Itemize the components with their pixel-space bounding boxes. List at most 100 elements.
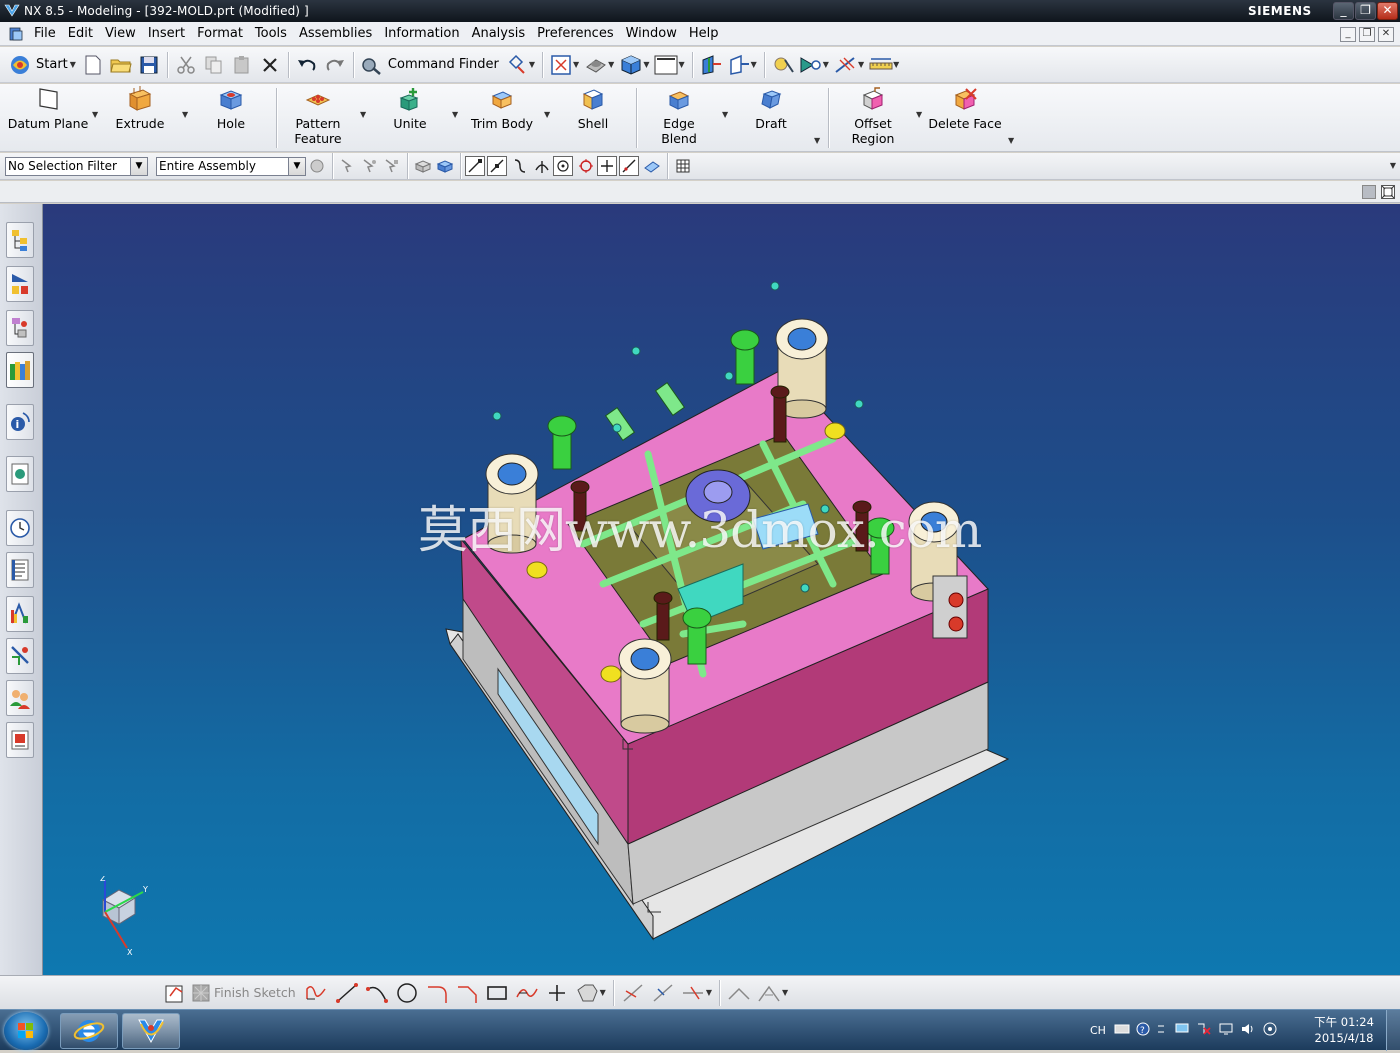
select-cube-icon[interactable] (434, 155, 456, 177)
unite-button[interactable]: Unite (380, 86, 440, 148)
draft-group-dropdown-icon[interactable]: ▼ (814, 136, 820, 145)
doc-close-button[interactable]: ✕ (1378, 27, 1394, 42)
select-solid-icon[interactable] (412, 155, 434, 177)
assembly-navigator-tab[interactable] (6, 222, 34, 258)
offset-curve-icon[interactable] (572, 979, 602, 1007)
command-finder-button[interactable]: Command Finder (388, 57, 499, 72)
close-button[interactable]: ✕ (1377, 2, 1398, 20)
snap-control-point-icon[interactable] (509, 155, 531, 177)
save-icon[interactable] (135, 51, 163, 79)
delete-face-button[interactable]: Delete Face (926, 86, 1004, 148)
start-dropdown-icon[interactable]: ▼ (70, 60, 76, 69)
menu-insert[interactable]: Insert (142, 22, 191, 46)
menu-tools[interactable]: Tools (249, 22, 293, 46)
snap-point-on-curve-icon[interactable] (619, 156, 639, 176)
trim-body-dropdown-icon[interactable]: ▼ (544, 110, 550, 119)
dimension-icon[interactable] (724, 979, 754, 1007)
manufacturing-wizards-tab[interactable] (6, 638, 34, 674)
snap-point-icon[interactable] (769, 51, 797, 79)
extrude-dropdown-icon[interactable]: ▼ (182, 110, 188, 119)
wireless-icon[interactable] (1262, 1022, 1278, 1039)
edit-dropdown-icon[interactable]: ▼ (706, 988, 712, 997)
edge-blend-button[interactable]: Edge Blend (644, 86, 714, 148)
chamfer-icon[interactable] (452, 979, 482, 1007)
orient-view-icon[interactable] (725, 51, 753, 79)
constraint-icon[interactable] (754, 979, 784, 1007)
menu-assemblies[interactable]: Assemblies (293, 22, 378, 46)
pattern-feature-button[interactable]: Pattern Feature (284, 86, 352, 148)
ribbon-overflow-icon[interactable]: ▼ (1008, 136, 1014, 145)
view-maximize-icon[interactable] (1381, 185, 1395, 199)
nx-app-icon[interactable] (4, 3, 20, 19)
snap-quadrant-icon[interactable] (575, 155, 597, 177)
selbar-overflow-icon[interactable]: ▼ (1390, 161, 1396, 170)
show-hide-icon[interactable] (797, 51, 825, 79)
mold-assembly-model[interactable] (43, 204, 1400, 975)
web-browser-tab[interactable] (6, 456, 34, 492)
windows-start-button[interactable] (4, 1012, 48, 1050)
snap-midpoint-icon[interactable] (487, 156, 507, 176)
quick-trim-icon[interactable] (618, 979, 648, 1007)
arc-icon[interactable] (362, 979, 392, 1007)
menu-preferences[interactable]: Preferences (531, 22, 619, 46)
wcs-icon[interactable] (697, 51, 725, 79)
show-desktop-button[interactable] (1386, 1010, 1400, 1051)
curve-dropdown-icon[interactable]: ▼ (600, 988, 606, 997)
selection-scope-combo[interactable]: Entire Assembly ▼ (156, 156, 306, 176)
view-tile-icon[interactable] (1362, 185, 1376, 199)
select-body-icon[interactable] (359, 155, 381, 177)
menu-help[interactable]: Help (683, 22, 725, 46)
help-icon[interactable]: ? (1136, 1022, 1150, 1039)
offset-region-dropdown-icon[interactable]: ▼ (916, 110, 922, 119)
document-icon[interactable] (8, 26, 24, 42)
delete-icon[interactable] (256, 51, 284, 79)
measure-icon[interactable] (832, 51, 860, 79)
trim-body-button[interactable]: Trim Body (466, 86, 538, 148)
open-folder-icon[interactable] (107, 51, 135, 79)
command-finder-icon[interactable] (358, 51, 386, 79)
snap-intersection-icon[interactable] (531, 155, 553, 177)
studio-spline-icon[interactable] (512, 979, 542, 1007)
draft-button[interactable]: Draft (742, 86, 800, 148)
history-tab[interactable] (6, 510, 34, 546)
taskbar-internet-explorer[interactable] (60, 1013, 118, 1049)
offset-region-button[interactable]: Offset Region (840, 86, 906, 148)
shaded-view-icon[interactable] (582, 51, 610, 79)
select-component-icon[interactable] (381, 155, 403, 177)
start-button[interactable]: Start (36, 57, 68, 72)
graphics-window[interactable]: Z Y X (43, 204, 1400, 975)
point-icon[interactable] (542, 979, 572, 1007)
system-clock[interactable]: 下午 01:24 2015/4/18 (1312, 1014, 1376, 1046)
finish-sketch-button[interactable]: Finish Sketch (214, 985, 296, 1000)
profile-icon[interactable] (302, 979, 332, 1007)
constraint-dropdown-icon[interactable]: ▼ (782, 988, 788, 997)
redo-icon[interactable] (321, 51, 349, 79)
background-icon[interactable] (652, 51, 680, 79)
doc-minimize-button[interactable]: _ (1340, 27, 1356, 42)
fit-view-icon[interactable] (547, 51, 575, 79)
input-language[interactable]: CH (1090, 1024, 1106, 1037)
new-file-icon[interactable] (79, 51, 107, 79)
system-scenes-tab[interactable] (6, 722, 34, 758)
menu-analysis[interactable]: Analysis (466, 22, 532, 46)
menu-edit[interactable]: Edit (62, 22, 99, 46)
line-icon[interactable] (332, 979, 362, 1007)
unite-dropdown-icon[interactable]: ▼ (452, 110, 458, 119)
undo-icon[interactable] (293, 51, 321, 79)
hole-button[interactable]: Hole (200, 86, 262, 148)
snap-existing-point-icon[interactable] (597, 156, 617, 176)
network-tray-icon[interactable] (1174, 1022, 1190, 1039)
menu-view[interactable]: View (99, 22, 142, 46)
cut-icon[interactable] (172, 51, 200, 79)
grid-icon[interactable] (672, 155, 694, 177)
sketch-icon[interactable] (160, 979, 190, 1007)
minimize-button[interactable]: _ (1333, 2, 1354, 20)
paste-icon[interactable] (228, 51, 256, 79)
menu-information[interactable]: Information (378, 22, 465, 46)
select-feature-icon[interactable] (337, 155, 359, 177)
finish-sketch-icon[interactable] (190, 979, 212, 1007)
process-studio-tab[interactable] (6, 596, 34, 632)
snap-arc-center-icon[interactable] (553, 156, 573, 176)
shell-button[interactable]: Shell (564, 86, 622, 148)
snap-point-on-face-icon[interactable] (641, 155, 663, 177)
